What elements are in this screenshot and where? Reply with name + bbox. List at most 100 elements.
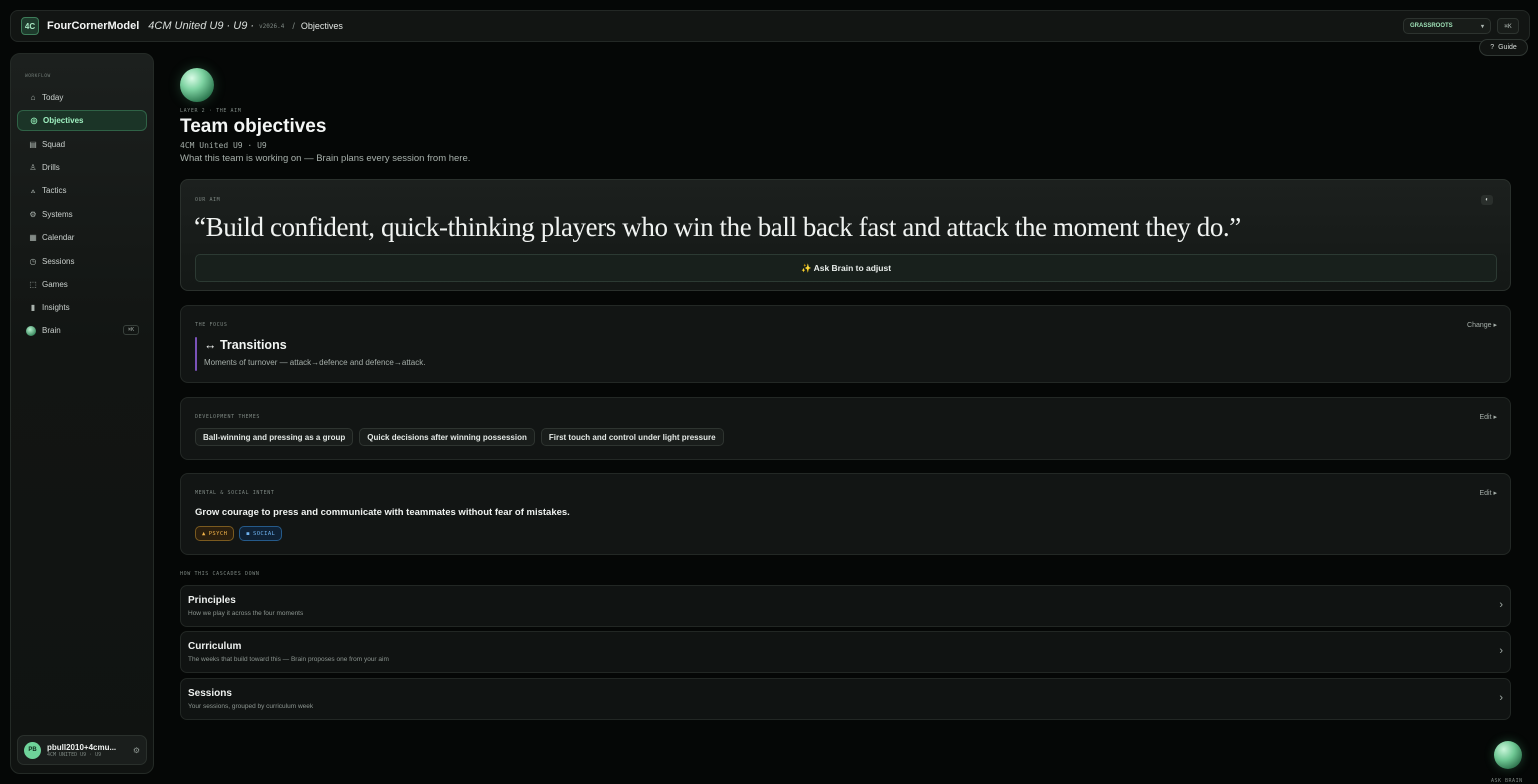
top-bar: 4C FourCornerModel 4CM United U9 · U9 · … [10, 10, 1530, 42]
guide-label: Guide [1498, 44, 1517, 51]
cascade-row-description: How we play it across the four moments [188, 610, 304, 617]
sidebar: WORKFLOW ⌂ Today ◎ Objectives ▤ Squad ♙ … [10, 53, 154, 774]
sidebar-item-label: Objectives [43, 116, 84, 125]
brain-orb-icon [26, 325, 36, 336]
mental-social-card: MENTAL & SOCIAL INTENT Edit ▸ Grow coura… [180, 473, 1511, 555]
sidebar-item-squad[interactable]: ▤ Squad [17, 134, 147, 155]
aim-toggle-icon[interactable]: ◐ [1481, 195, 1493, 205]
cascade-row-title: Curriculum [188, 641, 242, 652]
cascade-row-title: Sessions [188, 688, 232, 699]
user-name: pbull2010+4cmu... [47, 742, 117, 752]
sidebar-item-tactics[interactable]: ⟑ Tactics [17, 180, 147, 201]
focus-accent-bar [195, 337, 197, 371]
gear-icon: ⚙ [29, 210, 37, 219]
page-subtitle: What this team is working on — Brain pla… [180, 153, 471, 164]
team-switcher[interactable]: 4CM United U9 · U9 · [148, 20, 254, 32]
guide-button[interactable]: ? Guide [1479, 39, 1528, 56]
sidebar-item-label: Games [42, 280, 68, 289]
sidebar-item-label: Sessions [42, 257, 75, 266]
clipboard-icon: ▤ [29, 140, 37, 149]
chevron-down-icon: ▾ [1480, 23, 1484, 30]
themes-label: DEVELOPMENT THEMES [195, 414, 260, 420]
chevron-right-icon: › [1499, 599, 1503, 611]
sidebar-item-label: Insights [42, 303, 70, 312]
clock-icon: ◷ [29, 257, 37, 266]
sidebar-item-brain[interactable]: Brain ⌘K [17, 320, 147, 341]
ask-brain-fab[interactable] [1494, 741, 1522, 769]
focus-label: THE FOCUS [195, 322, 228, 328]
cascade-label: HOW THIS CASCADES DOWN [180, 571, 260, 577]
sidebar-section-label: WORKFLOW [25, 74, 51, 79]
sidebar-item-sessions[interactable]: ◷ Sessions [17, 251, 147, 272]
sidebar-item-calendar[interactable]: ▦ Calendar [17, 227, 147, 248]
cascade-row-title: Principles [188, 595, 236, 606]
cascade-row-sessions[interactable]: Sessions Your sessions, grouped by curri… [180, 678, 1511, 720]
sidebar-item-objectives[interactable]: ◎ Objectives [17, 110, 147, 131]
avatar: PB [24, 741, 41, 759]
brain-orb-logo [180, 68, 214, 102]
page-title: Team objectives [180, 116, 327, 137]
development-themes-card: DEVELOPMENT THEMES Edit ▸ Ball-winning a… [180, 397, 1511, 460]
sidebar-item-label: Brain [42, 326, 61, 335]
social-tag: ◼ SOCIAL [239, 526, 283, 541]
shortcut-badge: ⌘K [123, 325, 139, 335]
user-menu[interactable]: PB pbull2010+4cmu... 4CM UNITED U9 · U9 … [17, 735, 147, 765]
sidebar-item-systems[interactable]: ⚙ Systems [17, 204, 147, 225]
sidebar-item-games[interactable]: ⬚ Games [17, 274, 147, 295]
user-team: 4CM UNITED U9 · U9 [47, 751, 102, 758]
breadcrumb-current: Objectives [300, 21, 343, 31]
theme-chip[interactable]: Ball-winning and pressing as a group [195, 428, 354, 446]
theme-chip[interactable]: Quick decisions after winning possession [359, 428, 535, 446]
sidebar-item-drills[interactable]: ♙ Drills [17, 157, 147, 178]
brand-name[interactable]: FourCornerModel [47, 20, 139, 32]
sidebar-item-insights[interactable]: ▮ Insights [17, 297, 147, 318]
ask-brain-label: ASK BRAIN [1491, 778, 1523, 784]
person-icon: ♙ [29, 163, 37, 172]
chevron-right-icon: › [1499, 645, 1503, 657]
tag-label: SOCIAL [253, 530, 276, 537]
sidebar-item-label: Systems [42, 210, 73, 219]
focus-title: ↔ Transitions [204, 338, 287, 352]
version-label: v2026.4 [259, 22, 285, 30]
theme-chip[interactable]: First touch and control under light pres… [540, 428, 724, 446]
sidebar-item-label: Squad [42, 140, 66, 149]
chevron-right-icon: › [1499, 692, 1503, 704]
warning-triangle-icon: ▲ [202, 530, 206, 537]
page-team: 4CM United U9 · U9 [180, 141, 267, 150]
mental-edit-button[interactable]: Edit ▸ [1479, 489, 1497, 497]
cascade-row-description: Your sessions, grouped by curriculum wee… [188, 703, 314, 710]
home-icon: ⌂ [30, 93, 36, 102]
aim-label: OUR AIM [195, 197, 221, 203]
level-select[interactable]: GRASSROOTS ▾ [1403, 18, 1491, 34]
cascade-row-principles[interactable]: Principles How we play it across the fou… [180, 585, 1511, 627]
sidebar-item-label: Calendar [42, 233, 75, 242]
level-select-value: GRASSROOTS [1410, 23, 1453, 29]
sidebar-item-label: Drills [42, 163, 60, 172]
focus-change-button[interactable]: Change ▸ [1467, 321, 1497, 329]
sidebar-item-today[interactable]: ⌂ Today [17, 87, 147, 108]
settings-gear-icon[interactable]: ⚙ [133, 746, 140, 755]
bar-chart-icon: ▮ [30, 303, 36, 312]
aim-card: OUR AIM ◐ “Build confident, quick-thinki… [180, 179, 1511, 291]
app-logo[interactable]: 4C [21, 17, 39, 35]
psych-tag: ▲ PSYCH [195, 526, 235, 541]
focus-description: Moments of turnover — attack→defence and… [204, 358, 426, 367]
focus-card: THE FOCUS Change ▸ ↔ Transitions Moments… [180, 305, 1511, 383]
cascade-row-description: The weeks that build toward this — Brain… [188, 656, 389, 663]
themes-edit-button[interactable]: Edit ▸ [1479, 413, 1497, 421]
mental-label: MENTAL & SOCIAL INTENT [195, 490, 275, 496]
calendar-icon: ▦ [29, 233, 37, 242]
help-icon: ? [1490, 44, 1495, 51]
square-icon: ◼ [246, 530, 250, 537]
layer-label: LAYER 2 · THE AIM [180, 108, 242, 114]
command-palette-button[interactable]: ⌘K [1497, 18, 1519, 34]
sidebar-item-label: Tactics [42, 186, 67, 195]
mental-intent-text: Grow courage to press and communicate wi… [195, 507, 570, 518]
ask-brain-adjust-button[interactable]: ✨ Ask Brain to adjust [195, 254, 1497, 282]
tactics-icon: ⟑ [30, 185, 36, 195]
cascade-row-curriculum[interactable]: Curriculum The weeks that build toward t… [180, 631, 1511, 673]
aim-quote: “Build confident, quick-thinking players… [194, 212, 1241, 242]
breadcrumb-separator: / [292, 21, 295, 31]
tag-label: PSYCH [208, 530, 228, 537]
monitor-icon: ⬚ [29, 280, 37, 289]
